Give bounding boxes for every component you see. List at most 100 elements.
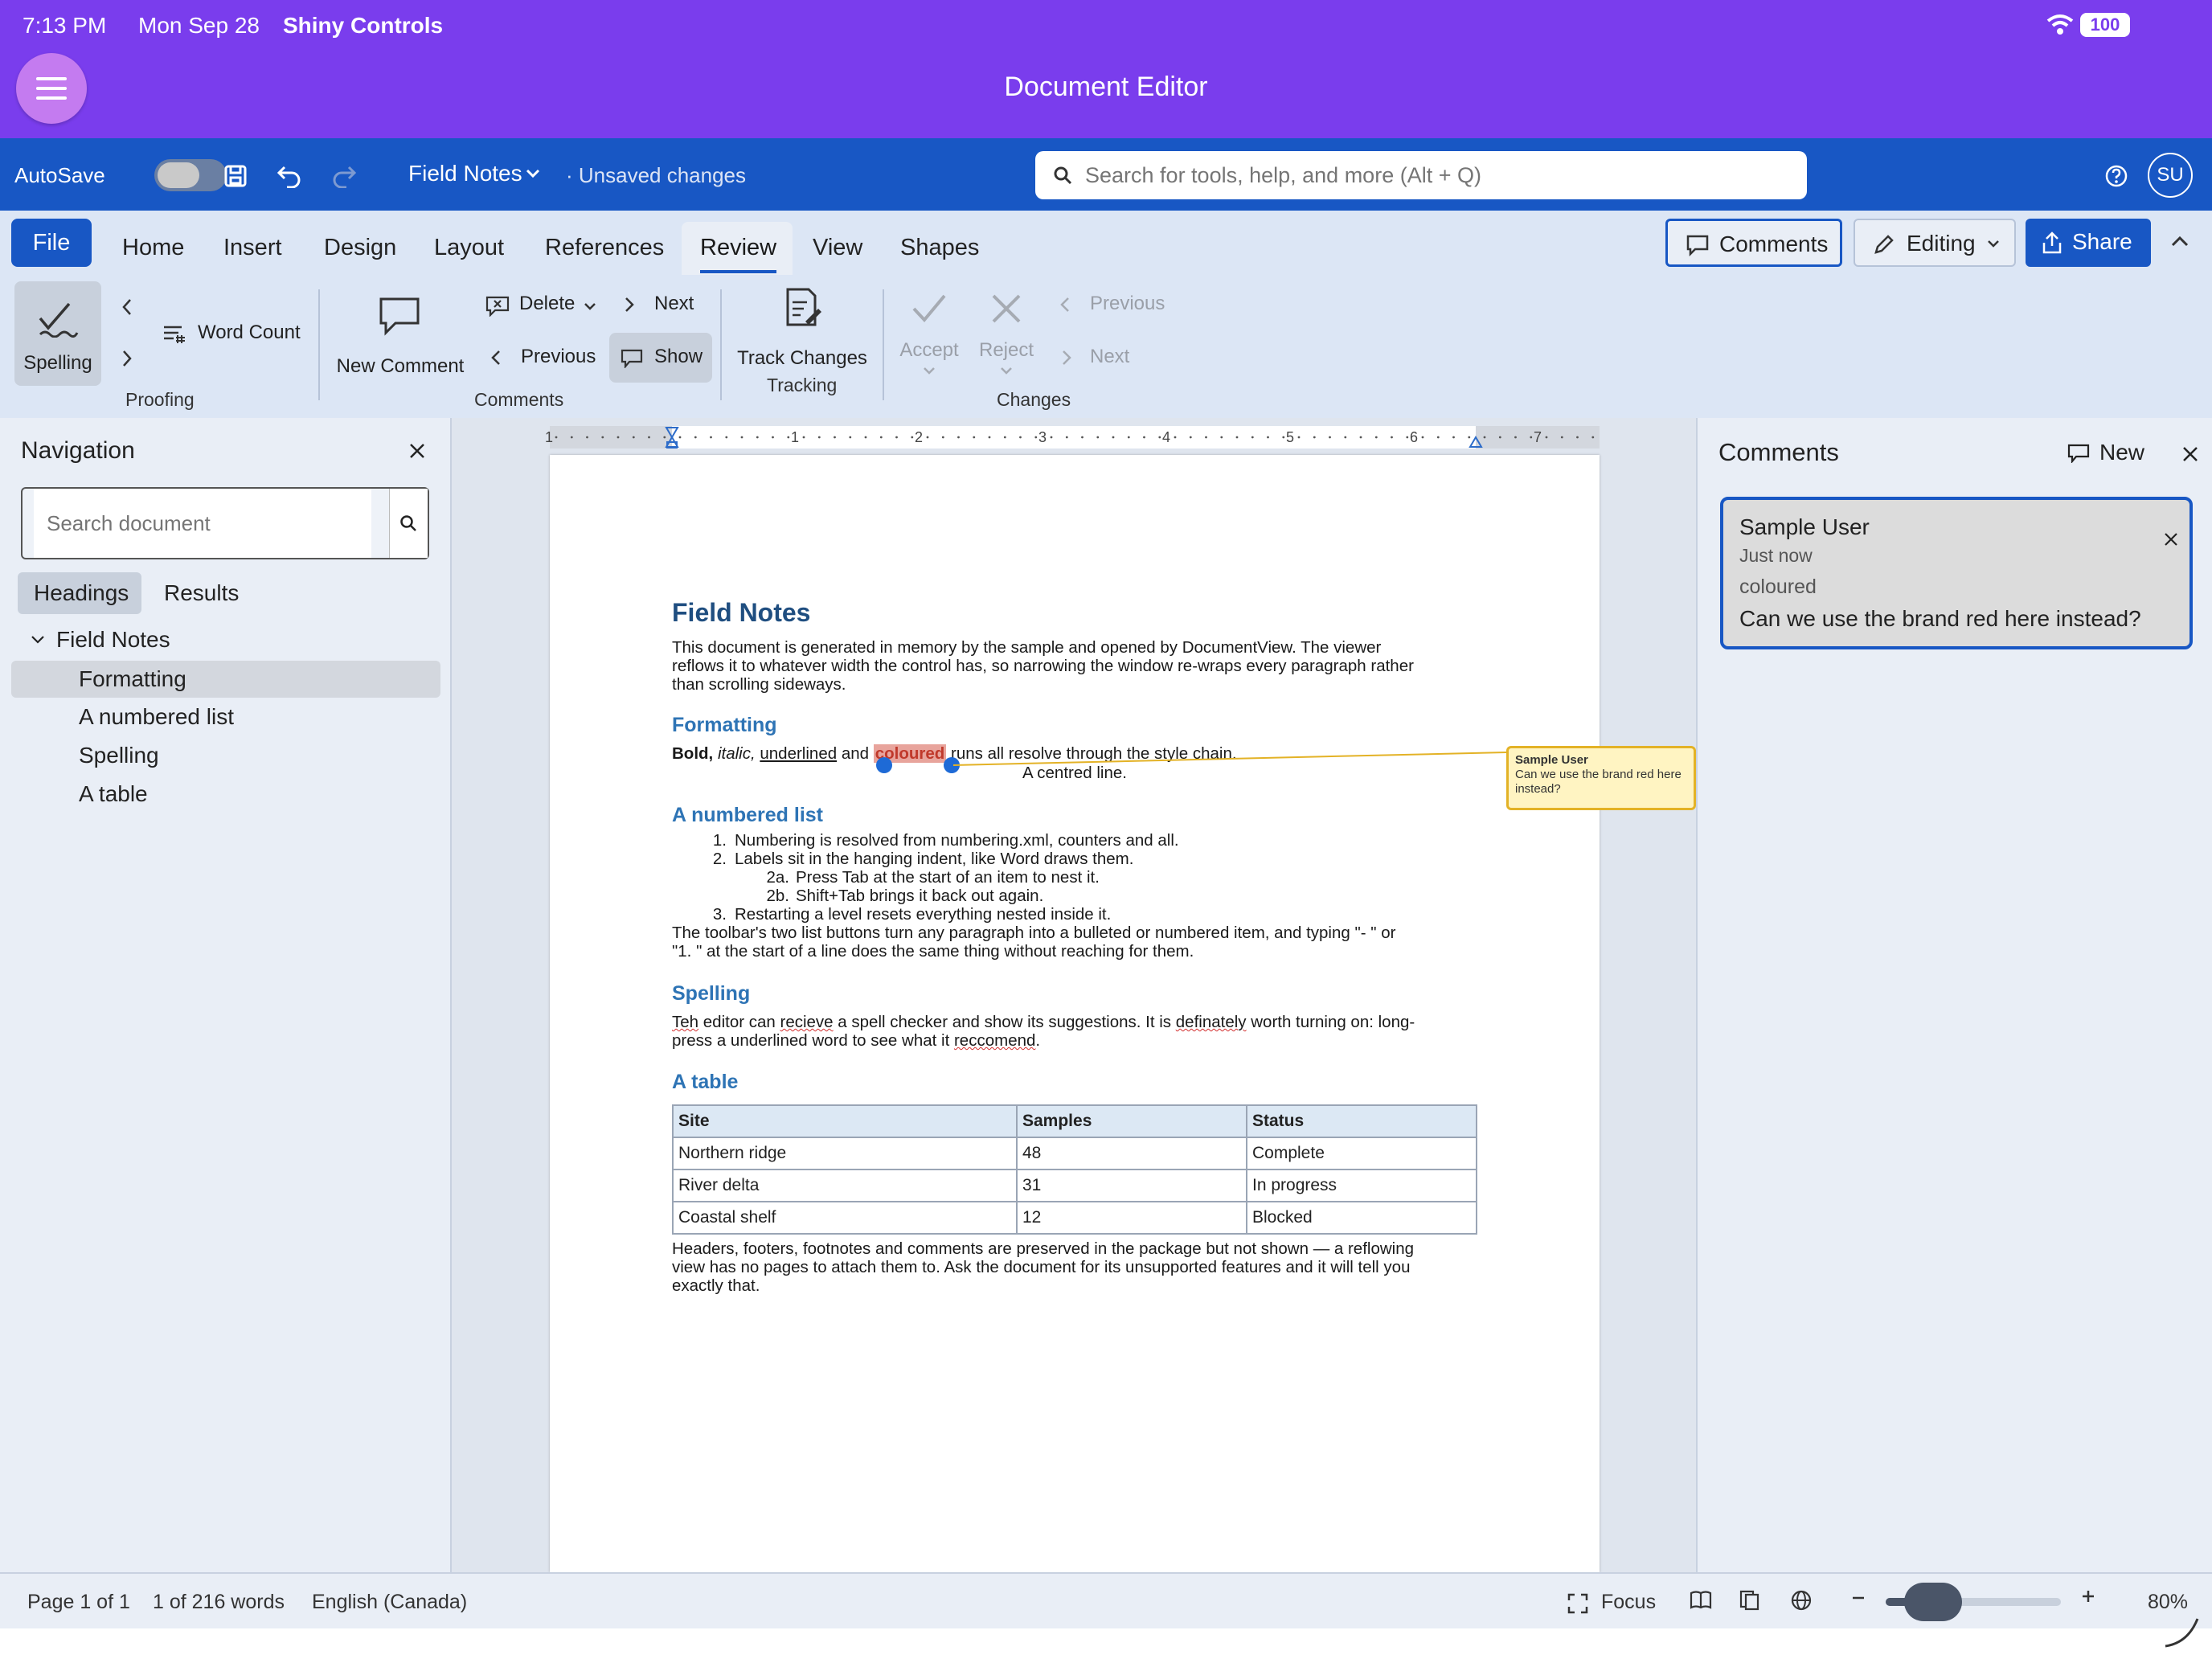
share-button[interactable]: Share: [2026, 219, 2151, 267]
language[interactable]: English (Canada): [312, 1588, 467, 1616]
new-comment-button[interactable]: New Comment: [336, 296, 465, 384]
list-number: 1.: [712, 831, 727, 850]
avatar[interactable]: SU: [2148, 153, 2193, 198]
zoom-slider[interactable]: [1886, 1583, 2061, 1621]
doc-heading-table: A table: [672, 1071, 739, 1093]
chevron-down-icon: [1000, 367, 1013, 375]
next-change-button[interactable]: Next: [1058, 344, 1154, 373]
search-box[interactable]: [1035, 151, 1807, 199]
balloon-text: Can we use the brand red here instead?: [1515, 768, 1682, 796]
nav-item-spelling[interactable]: Spelling: [79, 740, 159, 771]
accept-button[interactable]: Accept: [897, 291, 961, 387]
tab-review[interactable]: Review: [700, 231, 777, 273]
nav-item-numbered-list[interactable]: A numbered list: [79, 702, 234, 732]
tab-file[interactable]: File: [11, 219, 92, 267]
redo-icon[interactable]: [331, 164, 357, 188]
collapse-ribbon-icon[interactable]: [2170, 235, 2189, 248]
focus-button[interactable]: Focus: [1566, 1587, 1662, 1619]
ruler-number: 1: [545, 429, 554, 445]
ruler-tick: [756, 436, 759, 439]
tab-home[interactable]: Home: [122, 231, 184, 264]
misspelled-word[interactable]: definately: [1176, 1013, 1247, 1031]
ruler-tick: [1189, 436, 1192, 439]
comment-card[interactable]: Sample User Just now coloured Can we use…: [1720, 497, 2193, 649]
ruler-tick: [1576, 436, 1579, 439]
resize-grip-icon[interactable]: [2162, 1616, 2201, 1648]
ruler-tick: [1174, 436, 1177, 439]
chevron-down-icon[interactable]: [31, 635, 45, 645]
ruler-tick: [988, 436, 991, 439]
autosave-toggle[interactable]: [154, 159, 227, 191]
close-icon[interactable]: [2181, 445, 2199, 463]
ruler-tick: [787, 436, 790, 439]
chevron-left-icon[interactable]: [121, 297, 133, 317]
zoom-out-icon[interactable]: [1850, 1590, 1866, 1606]
zoom-in-icon[interactable]: [2080, 1588, 2096, 1604]
chevron-right-icon[interactable]: [121, 349, 133, 368]
search-icon: [1053, 166, 1072, 185]
print-layout-icon[interactable]: [1739, 1590, 1760, 1611]
search-input[interactable]: [1083, 151, 1791, 199]
comments-button[interactable]: Comments: [1665, 219, 1842, 267]
zoom-slider-thumb[interactable]: [1903, 1583, 1962, 1621]
ruler-number: 2: [915, 429, 924, 445]
document-page[interactable]: Field Notes This document is generated i…: [550, 455, 1600, 1572]
word-count-icon: [162, 323, 186, 344]
doc-paragraph: than scrolling sideways.: [672, 675, 846, 694]
editing-button[interactable]: Editing: [1854, 219, 2016, 267]
tab-references[interactable]: References: [545, 231, 664, 264]
chevron-right-icon: [624, 296, 635, 313]
tab-layout[interactable]: Layout: [434, 231, 504, 264]
tab-headings[interactable]: Headings: [18, 572, 141, 614]
read-mode-icon[interactable]: [1690, 1590, 1712, 1611]
close-icon[interactable]: [408, 442, 426, 460]
close-icon[interactable]: [2164, 532, 2178, 547]
web-layout-icon[interactable]: [1791, 1590, 1812, 1611]
save-icon[interactable]: [223, 164, 248, 188]
previous-change-button[interactable]: Previous: [1058, 291, 1170, 320]
new-comment-pane-button[interactable]: New: [2066, 437, 2154, 469]
tab-design[interactable]: Design: [324, 231, 396, 264]
status-date: Mon Sep 28: [138, 13, 260, 38]
nav-item-root[interactable]: Field Notes: [56, 625, 170, 655]
doc-paragraph: reflows it to whatever width the control…: [672, 657, 1414, 675]
track-changes-button[interactable]: Track Changes: [733, 286, 871, 375]
table-cell: Complete: [1246, 1137, 1477, 1170]
ruler-tick: [1096, 436, 1100, 439]
nav-item-table[interactable]: A table: [79, 779, 148, 809]
tab-insert[interactable]: Insert: [223, 231, 282, 264]
ruler-tick: [1560, 436, 1563, 439]
navigation-search-button[interactable]: [389, 489, 428, 558]
reject-button[interactable]: Reject: [974, 291, 1038, 387]
help-icon[interactable]: [2104, 164, 2128, 188]
zoom-level[interactable]: 80%: [2148, 1588, 2188, 1616]
show-comments-button[interactable]: Show: [609, 333, 712, 383]
wifi-icon: [2046, 13, 2074, 37]
misspelled-word[interactable]: reccomend: [954, 1031, 1035, 1050]
misspelled-word[interactable]: Teh: [672, 1013, 698, 1031]
chevron-down-icon[interactable]: [526, 169, 540, 178]
spelling-button[interactable]: Spelling: [14, 281, 101, 386]
doc-paragraph: view has no pages to attach them to. Ask…: [672, 1258, 1411, 1276]
comment-balloon[interactable]: Sample User Can we use the brand red her…: [1506, 746, 1696, 810]
horizontal-ruler[interactable]: 1 1 2 3 4 5 6 7: [545, 426, 1600, 449]
misspelled-word[interactable]: recieve: [780, 1013, 834, 1031]
word-count-button[interactable]: Word Count: [162, 320, 307, 349]
tab-view[interactable]: View: [813, 231, 862, 264]
previous-comment-button[interactable]: Previous: [487, 344, 600, 373]
tab-shapes[interactable]: Shapes: [900, 231, 979, 264]
ruler-tick: [957, 436, 960, 439]
word-count[interactable]: 1 of 216 words: [153, 1588, 285, 1616]
ruler-tick: [1220, 436, 1223, 439]
document-name[interactable]: Field Notes: [408, 159, 522, 188]
nav-item-formatting[interactable]: Formatting: [11, 661, 440, 698]
navigation-title: Navigation: [21, 437, 135, 464]
bold-text: Bold,: [672, 744, 714, 763]
next-comment-button[interactable]: Next: [622, 291, 703, 320]
delete-comment-button[interactable]: Delete: [484, 291, 604, 320]
undo-icon[interactable]: [276, 164, 302, 188]
tab-results[interactable]: Results: [164, 578, 239, 608]
ruler-tick: [1468, 436, 1471, 439]
ruler-tick: [1313, 436, 1316, 439]
navigation-search-input[interactable]: [34, 489, 371, 558]
